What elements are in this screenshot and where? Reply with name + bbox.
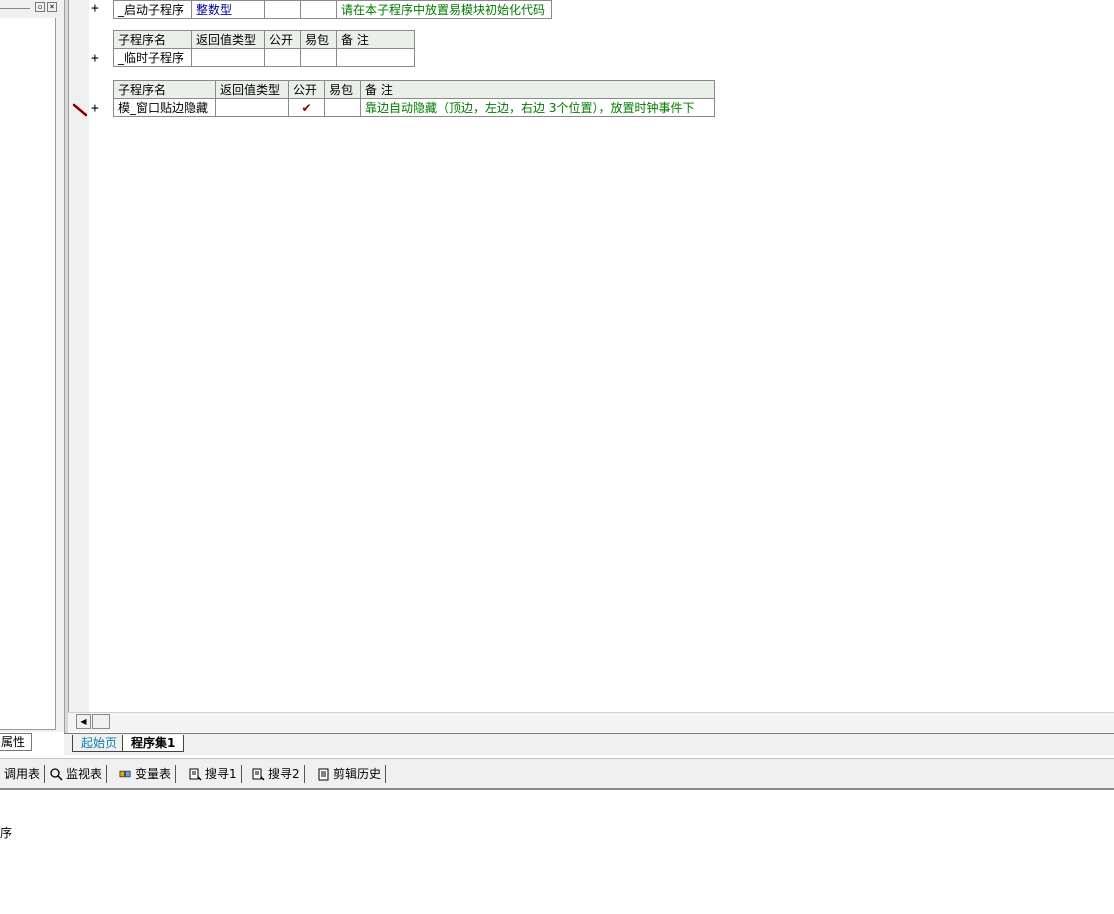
table-row[interactable]: _启动子程序 整数型 请在本子程序中放置易模块初始化代码: [113, 0, 552, 19]
edit-pen-icon: [72, 103, 88, 120]
search2-button[interactable]: 搜寻2: [248, 765, 305, 783]
output-text: 序: [0, 826, 13, 840]
horizontal-scrollbar[interactable]: [68, 712, 1114, 732]
magnifier-icon: [50, 767, 63, 781]
search-doc-icon: [189, 768, 202, 781]
search-doc-icon: [252, 768, 265, 781]
clip-history-button[interactable]: 剪辑历史: [313, 765, 387, 783]
subroutine-table-temp: 子程序名 返回值类型 公开 易包 备 注 _临时子程序: [113, 30, 415, 67]
note-cell[interactable]: 请在本子程序中放置易模块初始化代码: [336, 0, 552, 19]
subroutine-name[interactable]: 模_窗口贴边隐藏: [113, 98, 216, 117]
header-public: 公开: [288, 80, 325, 99]
subroutine-table-start: _启动子程序 整数型 请在本子程序中放置易模块初始化代码: [113, 0, 552, 19]
table-header-row: 子程序名 返回值类型 公开 易包 备 注: [113, 30, 415, 49]
clip-history-label: 剪辑历史: [333, 767, 382, 781]
call-table-label: 调用表: [4, 767, 41, 781]
output-panel[interactable]: [0, 790, 1114, 914]
search1-button[interactable]: 搜寻1: [185, 765, 242, 783]
watch-table-label: 监视表: [66, 767, 103, 781]
variables-icon: [119, 768, 132, 781]
header-return-type: 返回值类型: [215, 80, 289, 99]
tab-program-set-1[interactable]: 程序集1: [122, 735, 185, 752]
tab-properties[interactable]: 属性: [0, 733, 32, 751]
header-note: 备 注: [360, 80, 715, 99]
easy-pack-cell[interactable]: [324, 98, 361, 117]
tab-start-page[interactable]: 起始页: [72, 735, 126, 752]
table-header-row: 子程序名 返回值类型 公开 易包 备 注: [113, 80, 715, 99]
return-type[interactable]: 整数型: [191, 0, 265, 19]
variable-table-button[interactable]: 变量表: [115, 765, 177, 783]
return-type[interactable]: [191, 48, 265, 67]
header-easy-pack: 易包: [324, 80, 361, 99]
subroutine-name[interactable]: _临时子程序: [113, 48, 192, 67]
restore-icon[interactable]: ▫: [35, 2, 45, 12]
watch-table-button[interactable]: 监视表: [46, 765, 108, 783]
close-icon[interactable]: ×: [47, 2, 57, 12]
left-panel-title-line: [0, 8, 30, 9]
header-note: 备 注: [336, 30, 415, 49]
clipboard-history-icon: [317, 768, 330, 781]
expand-icon[interactable]: +: [91, 51, 99, 66]
document-tabs: [64, 733, 1114, 755]
header-subroutine-name: 子程序名: [113, 30, 192, 49]
easy-pack-cell[interactable]: [300, 0, 337, 19]
header-easy-pack: 易包: [300, 30, 337, 49]
header-subroutine-name: 子程序名: [113, 80, 216, 99]
property-panel-content: [0, 18, 56, 730]
scroll-left-icon[interactable]: ◀: [76, 714, 91, 729]
public-check-icon[interactable]: ✔: [288, 98, 325, 117]
table-row[interactable]: 模_窗口贴边隐藏 ✔ 靠边自动隐藏（顶边，左边，右边 3个位置），放置时钟事件下: [113, 98, 715, 117]
expand-icon[interactable]: +: [91, 101, 99, 116]
search1-label: 搜寻1: [205, 767, 237, 781]
subroutine-name[interactable]: _启动子程序: [113, 0, 192, 19]
public-cell[interactable]: [264, 48, 301, 67]
expand-icon[interactable]: +: [91, 1, 99, 16]
subroutine-table-edge-hide: 子程序名 返回值类型 公开 易包 备 注 模_窗口贴边隐藏 ✔ 靠边自动隐藏（顶…: [113, 80, 715, 117]
table-row[interactable]: _临时子程序: [113, 48, 415, 67]
call-table-button[interactable]: 调用表: [0, 765, 46, 783]
return-type[interactable]: [215, 98, 289, 117]
variable-table-label: 变量表: [135, 767, 172, 781]
note-cell[interactable]: 靠边自动隐藏（顶边，左边，右边 3个位置），放置时钟事件下: [360, 98, 715, 117]
scrollbar-thumb[interactable]: [92, 714, 110, 729]
header-public: 公开: [264, 30, 301, 49]
header-return-type: 返回值类型: [191, 30, 265, 49]
note-cell[interactable]: [336, 48, 415, 67]
search2-label: 搜寻2: [268, 767, 300, 781]
easy-pack-cell[interactable]: [300, 48, 337, 67]
public-cell[interactable]: [264, 0, 301, 19]
